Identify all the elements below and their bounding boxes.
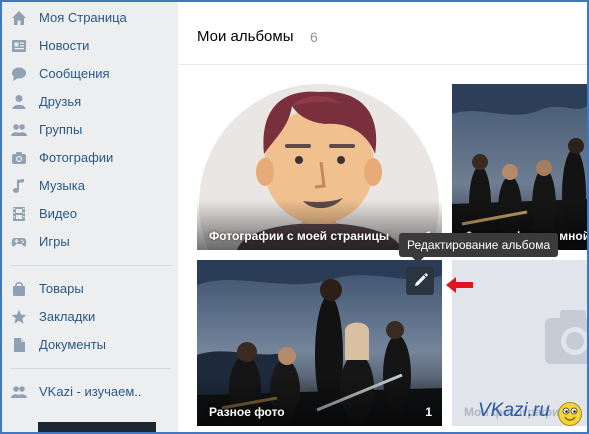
sidebar-item-label: Друзья — [39, 94, 82, 109]
sidebar-item-label: Закладки — [39, 309, 96, 324]
sidebar-item-groups[interactable]: Группы — [2, 118, 172, 142]
bag-icon — [13, 281, 25, 296]
video-icon — [13, 207, 25, 221]
sidebar-item-music[interactable]: Музыка — [2, 174, 172, 198]
home-icon — [12, 11, 26, 25]
sidebar-item-label: Видео — [39, 206, 77, 221]
window-frame: Моя Страница Новости Сообщения Друзья Гр… — [0, 0, 589, 434]
sidebar-item-label: Товары — [39, 281, 84, 296]
games-icon — [11, 238, 27, 247]
sidebar-item-news[interactable]: Новости — [2, 34, 172, 58]
sidebar-item-label: Фотографии — [39, 150, 114, 165]
sidebar-item-messages[interactable]: Сообщения — [2, 62, 172, 86]
sidebar-item-label: Документы — [39, 337, 107, 352]
sidebar-item-bookmarks[interactable]: Закладки — [2, 305, 172, 329]
sidebar-item-games[interactable]: Игры — [2, 230, 172, 254]
sidebar-item-goods[interactable]: Товары — [2, 277, 172, 301]
sidebar-item-label: Музыка — [39, 178, 85, 193]
sidebar-item-label: Сообщения — [39, 66, 110, 81]
sidebar-item-label: Моя Страница — [39, 10, 127, 25]
sidebar-item-label: Новости — [39, 38, 90, 53]
friends-icon — [12, 95, 26, 109]
smiley-icon — [558, 402, 582, 426]
star-icon — [11, 309, 27, 324]
sidebar-item-video[interactable]: Видео — [2, 202, 172, 226]
left-sidebar: Моя Страница Новости Сообщения Друзья Гр… — [2, 2, 178, 432]
page-title: Мои альбомы — [197, 28, 294, 45]
album-photo-count: 1 — [425, 405, 432, 419]
tooltip-arrow — [412, 257, 424, 263]
edit-album-button[interactable] — [406, 267, 434, 295]
sidebar-item-documents[interactable]: Документы — [2, 333, 172, 357]
sidebar-item-friends[interactable]: Друзья — [2, 90, 172, 114]
camera-icon — [12, 152, 26, 164]
pencil-icon — [415, 273, 428, 286]
community-icon — [11, 386, 27, 398]
watermark: VKazi.ru — [478, 400, 550, 421]
document-icon — [14, 338, 25, 352]
sidebar-divider — [11, 265, 171, 266]
album-card-photos-with-me[interactable]: Фотографии со мной — [452, 84, 587, 250]
sidebar-item-label: VKazi - изучаем.. — [39, 384, 142, 399]
album-title: Разное фото — [209, 405, 285, 419]
album-card-profile-photos[interactable]: Фотографии с моей страницы 1 — [197, 84, 442, 250]
groups-icon — [11, 124, 27, 136]
sidebar-item-label: Игры — [39, 234, 70, 249]
album-title: Фотографии с моей страницы — [209, 229, 390, 243]
sidebar-item-community[interactable]: VKazi - изучаем.. — [2, 380, 172, 404]
sidebar-item-photos[interactable]: Фотографии — [2, 146, 172, 170]
sidebar-divider — [11, 368, 171, 369]
edit-album-tooltip: Редактирование альбома — [399, 233, 559, 257]
albums-count: 6 — [310, 29, 318, 45]
album-card-misc-photos[interactable]: Разное фото 1 — [197, 260, 442, 426]
albums-header: Мои альбомы 6 — [178, 2, 587, 65]
albums-panel: Мои альбомы 6 Фотографии с моей страницы… — [178, 2, 587, 432]
sidebar-item-my-page[interactable]: Моя Страница — [2, 6, 172, 30]
red-arrow-icon — [446, 277, 473, 293]
music-icon — [13, 179, 24, 193]
messages-icon — [12, 67, 26, 81]
news-icon — [12, 40, 26, 52]
sidebar-ad-thumbnail[interactable] — [38, 422, 156, 432]
sidebar-item-label: Группы — [39, 122, 83, 137]
